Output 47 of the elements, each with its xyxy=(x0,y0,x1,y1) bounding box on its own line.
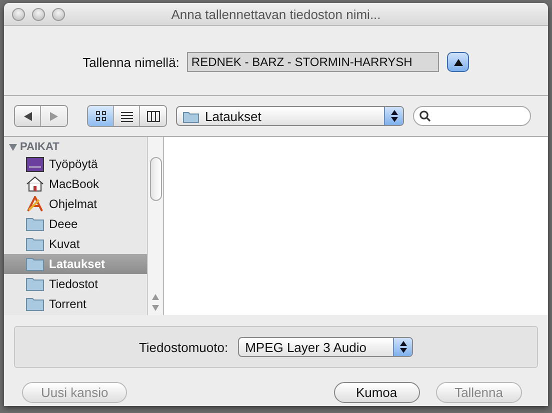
folder-icon xyxy=(26,297,44,311)
format-popup[interactable]: MPEG Layer 3 Audio xyxy=(238,337,414,357)
cancel-button[interactable]: Kumoa xyxy=(334,382,420,403)
triangle-icon xyxy=(454,58,463,66)
sidebar-item[interactable]: Työpöytä xyxy=(4,154,147,174)
right-arrow-icon xyxy=(50,112,58,120)
sidebar-item[interactable]: Torrent xyxy=(4,294,147,314)
sidebar-item[interactable]: Deee xyxy=(4,214,147,234)
expand-button[interactable] xyxy=(447,52,470,72)
save-as-label: Tallenna nimellä: xyxy=(82,54,180,70)
sidebar-section-header[interactable]: PAIKAT xyxy=(4,140,147,154)
folder-icon xyxy=(26,237,44,251)
house-icon xyxy=(26,176,44,192)
search-icon xyxy=(419,110,431,122)
icon-view-button[interactable] xyxy=(88,106,114,126)
apps-icon xyxy=(26,196,44,212)
scrollbar[interactable] xyxy=(147,137,163,315)
location-popup[interactable]: Lataukset xyxy=(176,106,404,126)
sidebar-item[interactable]: MacBook xyxy=(4,174,147,194)
disclosure-triangle-icon xyxy=(9,144,17,150)
folder-icon xyxy=(26,277,44,291)
scroll-up-icon[interactable] xyxy=(152,294,159,300)
back-button[interactable] xyxy=(15,106,41,126)
list-view-button[interactable] xyxy=(114,106,140,126)
columns-icon xyxy=(146,110,160,122)
list-icon xyxy=(120,110,132,122)
minimize-button[interactable] xyxy=(32,8,45,20)
sidebar-item[interactable]: Ohjelmat xyxy=(4,194,147,214)
close-button[interactable] xyxy=(12,8,25,20)
filename-field[interactable]: REDNEK - BARZ - STORMIN-HARRYSH xyxy=(187,52,440,72)
sidebar-item[interactable]: Tiedostot xyxy=(4,274,147,294)
column-view-button[interactable] xyxy=(140,106,166,126)
scroll-thumb[interactable] xyxy=(150,157,162,201)
left-arrow-icon xyxy=(24,112,32,120)
grid-icon xyxy=(94,110,106,122)
folder-icon xyxy=(26,217,44,231)
format-label: Tiedostomuoto: xyxy=(138,340,228,354)
folder-icon xyxy=(183,110,199,122)
window-title: Anna tallennettavan tiedoston nimi... xyxy=(171,6,381,22)
search-field[interactable] xyxy=(413,106,531,126)
zoom-button[interactable] xyxy=(52,8,65,20)
desktop-icon xyxy=(26,156,44,172)
scroll-down-icon[interactable] xyxy=(152,305,159,311)
folder-icon xyxy=(26,257,44,271)
sidebar-item[interactable]: Kuvat xyxy=(4,234,147,254)
up-down-arrows-icon xyxy=(390,110,398,122)
up-down-arrows-icon xyxy=(400,341,407,353)
